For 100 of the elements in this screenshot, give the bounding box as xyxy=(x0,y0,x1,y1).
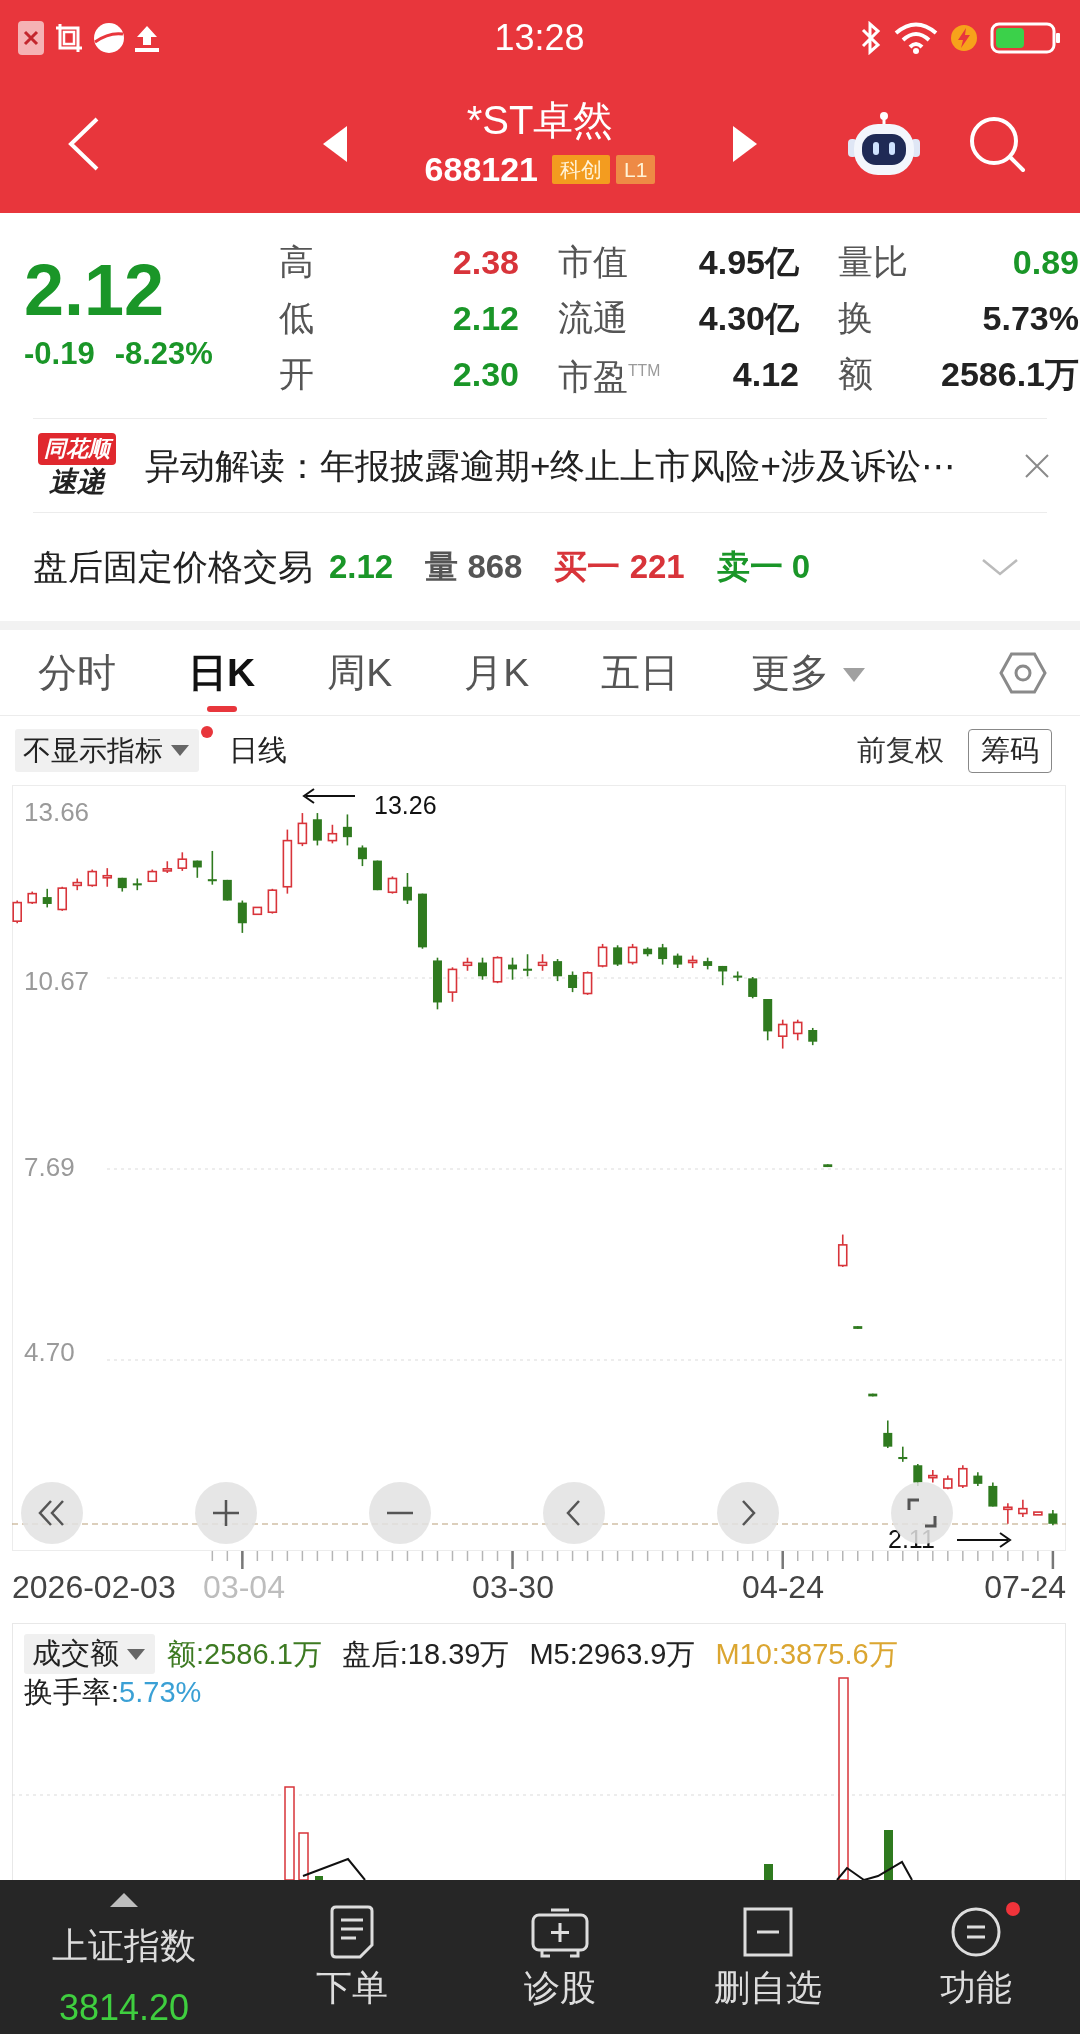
volume-bar xyxy=(315,1876,323,1880)
price-axis-label: 7.69 xyxy=(24,1152,75,1182)
square-minus-icon xyxy=(743,1907,793,1957)
tab[interactable]: 周K xyxy=(327,629,393,716)
market-tag: L1 xyxy=(616,154,656,184)
toolbar-button[interactable]: 功能 xyxy=(916,1880,1036,2010)
double-chevron-left-icon[interactable] xyxy=(21,1482,83,1544)
price-axis-label: 10.67 xyxy=(24,966,90,996)
volume-bar xyxy=(884,1830,893,1880)
last-price: 2.12 xyxy=(24,252,166,328)
volume-stat: 额:2586.1万 xyxy=(167,1637,322,1672)
stat-value: 2.12 xyxy=(452,298,519,339)
date-label: 04-24 xyxy=(742,1569,824,1605)
percent-change: -8.23% xyxy=(114,335,213,373)
status-time: 13:28 xyxy=(494,17,585,58)
date-label: 07-24 xyxy=(984,1569,1066,1605)
caret-up-icon[interactable] xyxy=(110,1893,138,1907)
tab[interactable]: 五日 xyxy=(601,629,680,716)
stat-value: 2.30 xyxy=(452,354,519,395)
next-icon[interactable] xyxy=(733,126,757,162)
battery-icon xyxy=(990,21,1062,54)
stat-label: 高 xyxy=(279,241,314,283)
planet-icon xyxy=(93,21,125,54)
turnover-label: 换手率: xyxy=(24,1675,120,1710)
stat-value: 2.38 xyxy=(452,242,519,283)
back-icon[interactable] xyxy=(66,116,100,172)
volume-bar xyxy=(298,1832,309,1880)
low-price-arrow xyxy=(956,1532,1012,1548)
tab[interactable]: 日K xyxy=(188,629,256,716)
wifi-icon xyxy=(894,21,938,54)
chips-button[interactable]: 筹码 xyxy=(968,728,1052,773)
after-hours-value: 量 868 xyxy=(425,547,523,587)
indicator-dropdown[interactable]: 成交额 xyxy=(24,1634,155,1674)
date-label: 03-30 xyxy=(472,1569,554,1605)
after-hours-value: 买一 221 xyxy=(554,547,685,587)
tab[interactable]: 分时 xyxy=(38,629,116,716)
period-label: 日线 xyxy=(229,732,287,768)
stat-label: 低 xyxy=(279,297,314,339)
date-label: 03-04 xyxy=(203,1569,285,1605)
notification-x-icon xyxy=(17,19,45,56)
tab[interactable]: 月K xyxy=(464,629,530,716)
turnover-value: 5.73% xyxy=(119,1675,202,1710)
charging-icon xyxy=(950,23,978,52)
stock-title: *ST卓然 xyxy=(466,97,614,144)
toolbar-button[interactable]: 删自选 xyxy=(690,1880,846,2010)
chevron-left-icon[interactable] xyxy=(543,1482,605,1544)
indicator-dropdown[interactable]: 不显示指标 xyxy=(15,729,199,772)
volume-stat: M10:3875.6万 xyxy=(715,1637,898,1672)
price-axis-label: 4.70 xyxy=(24,1337,75,1367)
stock-code: 688121 xyxy=(424,150,539,188)
volume-stat: 盘后:18.39万 xyxy=(341,1637,510,1672)
market-tag: 科创 xyxy=(552,154,611,184)
stat-value: 5.73% xyxy=(982,298,1079,339)
toolbar-button[interactable]: 诊股 xyxy=(500,1880,620,2010)
tab[interactable]: 更多 xyxy=(751,629,866,716)
stat-value: 4.12 xyxy=(732,354,799,395)
stat-label: 换 xyxy=(838,297,873,339)
adjust-mode[interactable]: 前复权 xyxy=(857,730,944,771)
high-price-label: 13.26 xyxy=(374,791,437,819)
settings-icon[interactable] xyxy=(999,651,1047,694)
high-price-arrow xyxy=(302,788,356,804)
circle-lines-icon xyxy=(951,1907,1001,1957)
bluetooth-icon xyxy=(860,20,882,55)
after-hours-value: 2.12 xyxy=(329,547,394,587)
logo-badge: 同花顺 xyxy=(38,432,116,465)
caret-icon xyxy=(127,1648,145,1660)
logo-text: 速递 xyxy=(49,464,105,499)
caret-icon xyxy=(843,667,866,682)
stat-value: 2586.1万 xyxy=(941,354,1079,395)
stat-value: 0.89 xyxy=(1012,242,1079,283)
search-icon[interactable] xyxy=(968,115,1026,173)
stat-label: 流通 xyxy=(558,297,628,339)
news-headline[interactable]: 异动解读：年报披露逾期+终止上市风险+涉及诉讼⋯ xyxy=(145,443,956,488)
stat-label: 市值 xyxy=(558,241,628,283)
crop-icon xyxy=(54,21,84,54)
chevron-right-icon[interactable] xyxy=(717,1482,779,1544)
briefcase-plus-icon xyxy=(530,1906,590,1958)
stat-label: 开 xyxy=(279,353,314,395)
robot-icon[interactable] xyxy=(846,111,922,177)
document-icon xyxy=(329,1904,375,1960)
after-hours-value: 卖一 0 xyxy=(716,547,811,587)
index-name[interactable]: 上证指数 xyxy=(52,1924,196,1968)
previous-icon[interactable] xyxy=(323,126,347,162)
caret-icon xyxy=(171,745,189,756)
stat-label: 市盈$^{TTM}$ xyxy=(558,355,661,398)
stat-value: 4.30亿 xyxy=(698,298,799,339)
stat-label: 量比 xyxy=(838,241,908,283)
index-value: 3814.20 xyxy=(58,1986,190,2030)
moving-average-line xyxy=(302,1857,366,1880)
volume-stat: M5:2963.9万 xyxy=(529,1637,696,1672)
price-change: -0.19 xyxy=(24,335,95,373)
stat-label: 额 xyxy=(838,353,873,395)
stat-value: 4.95亿 xyxy=(698,242,799,283)
close-icon[interactable] xyxy=(1025,453,1049,478)
after-hours-label: 盘后固定价格交易 xyxy=(33,546,313,588)
date-label: 2026-02-03 xyxy=(12,1569,176,1605)
plus-icon[interactable] xyxy=(195,1482,257,1544)
volume-bar xyxy=(764,1864,773,1880)
price-axis-label: 13.66 xyxy=(24,797,90,827)
toolbar-button[interactable]: 下单 xyxy=(292,1880,412,2010)
